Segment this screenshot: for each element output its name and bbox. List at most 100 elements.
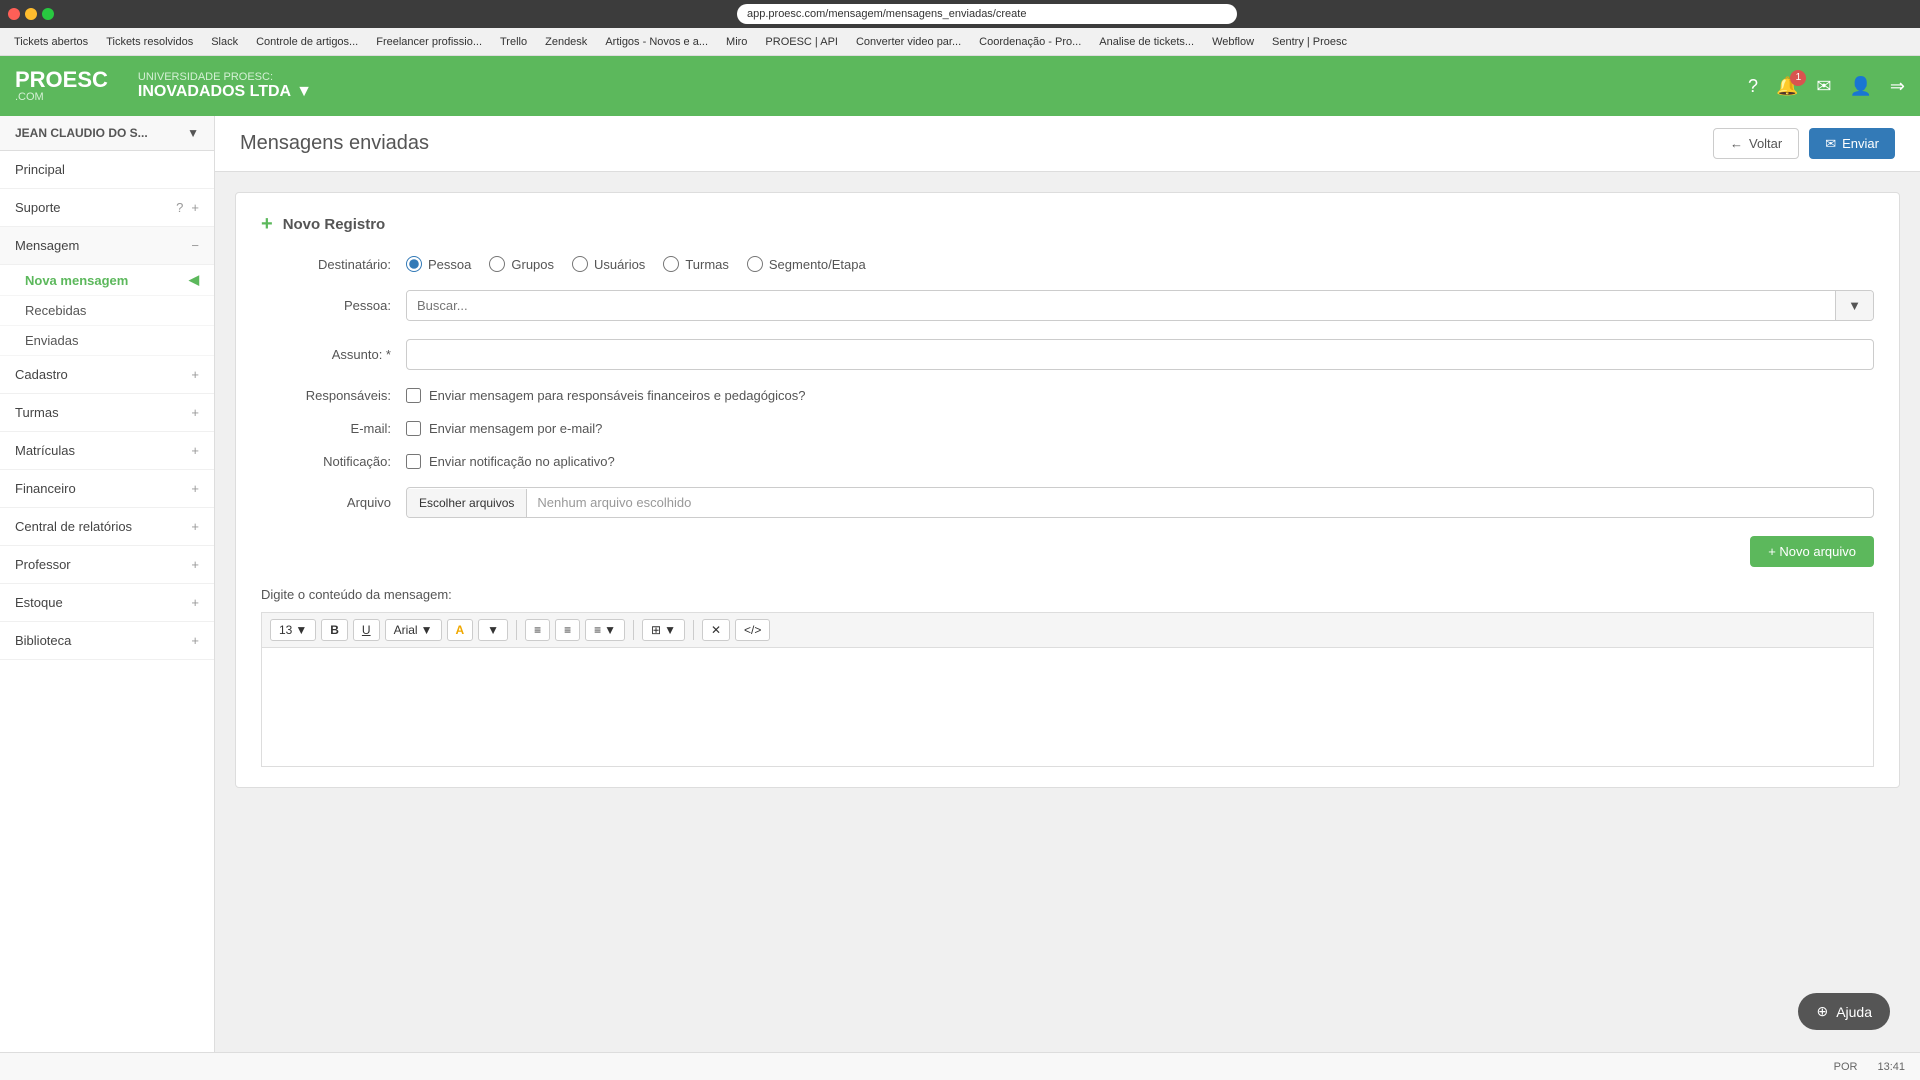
bookmark-freelancer[interactable]: Freelancer profissio... (370, 34, 488, 50)
color-dropdown-btn[interactable]: ▼ (478, 619, 508, 641)
sidebar-item-financeiro[interactable]: Financeiro + (0, 470, 214, 508)
radio-pessoa[interactable]: Pessoa (406, 256, 471, 272)
clear-format-btn[interactable]: ✕ (702, 619, 730, 641)
sidebar-item-mensagem[interactable]: Mensagem − (0, 227, 214, 265)
arrow-left-icon: ← (1730, 136, 1743, 151)
new-file-button[interactable]: + Novo arquivo (1750, 536, 1874, 567)
sidebar-item-enviadas[interactable]: Enviadas (0, 326, 214, 356)
sidebar-item-central-relatorios[interactable]: Central de relatórios + (0, 508, 214, 546)
bookmark-analise[interactable]: Analise de tickets... (1093, 34, 1200, 50)
radio-turmas[interactable]: Turmas (663, 256, 729, 272)
help-label: Ajuda (1836, 1004, 1872, 1020)
pessoa-search-input[interactable] (407, 291, 1835, 320)
bookmark-converter[interactable]: Converter video par... (850, 34, 967, 50)
sidebar-item-label: Central de relatórios (15, 519, 132, 534)
font-color-btn[interactable]: A (447, 619, 474, 641)
back-button[interactable]: ← Voltar (1713, 128, 1799, 159)
plus-icon[interactable]: + (191, 405, 199, 420)
sidebar-item-nova-mensagem[interactable]: Nova mensagem ◀ (0, 265, 214, 296)
pessoa-dropdown-btn[interactable]: ▼ (1835, 291, 1873, 320)
sidebar-item-label: Financeiro (15, 481, 76, 496)
sidebar-item-estoque[interactable]: Estoque + (0, 584, 214, 622)
bookmark-trello[interactable]: Trello (494, 34, 533, 50)
assunto-input[interactable] (406, 339, 1874, 370)
minus-icon[interactable]: − (191, 238, 199, 253)
choose-files-button[interactable]: Escolher arquivos (407, 489, 527, 517)
help-icon[interactable]: ? (1748, 76, 1758, 97)
sidebar-item-label: Principal (15, 162, 65, 177)
send-button[interactable]: ✉ Enviar (1809, 128, 1895, 159)
sidebar-item-cadastro[interactable]: Cadastro + (0, 356, 214, 394)
plus-icon[interactable]: + (191, 481, 199, 496)
underline-btn[interactable]: U (353, 619, 380, 641)
table-btn[interactable]: ⊞ ▼ (642, 619, 685, 641)
send-icon: ✉ (1825, 136, 1836, 152)
plus-icon[interactable]: + (191, 595, 199, 610)
bookmark-slack[interactable]: Slack (205, 34, 244, 50)
font-family-btn[interactable]: Arial ▼ (385, 619, 442, 641)
company-name[interactable]: INOVADADOS LTDA ▼ (138, 83, 312, 101)
bookmark-tickets-resolvidos[interactable]: Tickets resolvidos (100, 34, 199, 50)
bookmark-tickets-abertos[interactable]: Tickets abertos (8, 34, 94, 50)
mail-icon[interactable]: ✉ (1816, 76, 1831, 97)
user-icon[interactable]: 👤 (1849, 76, 1871, 97)
destinatario-radio-group: Pessoa Grupos Usuários Turmas (406, 256, 866, 272)
status-bar: POR 13:41 (0, 1052, 1920, 1080)
bookmark-controle[interactable]: Controle de artigos... (250, 34, 364, 50)
status-right: POR 13:41 (1834, 1061, 1905, 1073)
email-checkbox[interactable] (406, 421, 421, 436)
radio-usuarios-label: Usuários (594, 257, 645, 272)
logout-icon[interactable]: ⇒ (1890, 76, 1905, 97)
notification-icon[interactable]: 🔔 1 (1776, 76, 1798, 97)
responsaveis-checkbox-label: Enviar mensagem para responsáveis financ… (429, 388, 806, 403)
plus-icon[interactable]: + (191, 519, 199, 534)
sidebar-user[interactable]: JEAN CLAUDIO DO S... ▼ (0, 116, 214, 151)
bookmark-sentry[interactable]: Sentry | Proesc (1266, 34, 1353, 50)
plus-icon[interactable]: + (191, 367, 199, 382)
sidebar-item-biblioteca[interactable]: Biblioteca + (0, 622, 214, 660)
bookmark-zendesk[interactable]: Zendesk (539, 34, 593, 50)
ordered-list-btn[interactable]: ≡ (555, 619, 580, 641)
sidebar-item-matriculas[interactable]: Matrículas + (0, 432, 214, 470)
bold-btn[interactable]: B (321, 619, 348, 641)
unordered-list-btn[interactable]: ≡ (525, 619, 550, 641)
bookmark-artigos[interactable]: Artigos - Novos e a... (599, 34, 714, 50)
bookmark-proesc-api[interactable]: PROESC | API (759, 34, 844, 50)
arquivo-label: Arquivo (261, 495, 391, 510)
file-input-wrapper: Escolher arquivos Nenhum arquivo escolhi… (406, 487, 1874, 518)
sidebar-sub-label: Enviadas (25, 333, 78, 348)
plus-icon[interactable]: + (191, 200, 199, 215)
sidebar-item-label: Cadastro (15, 367, 68, 382)
sidebar-sub-label: Recebidas (25, 303, 86, 318)
radio-usuarios[interactable]: Usuários (572, 256, 645, 272)
bookmark-coordenacao[interactable]: Coordenação - Pro... (973, 34, 1087, 50)
notificacao-checkbox[interactable] (406, 454, 421, 469)
plus-icon[interactable]: + (191, 557, 199, 572)
sidebar-item-professor[interactable]: Professor + (0, 546, 214, 584)
sidebar-item-suporte[interactable]: Suporte ? + (0, 189, 214, 227)
file-placeholder: Nenhum arquivo escolhido (527, 488, 701, 517)
url-bar[interactable]: app.proesc.com/mensagem/mensagens_enviad… (737, 4, 1237, 24)
toolbar-separator-2 (633, 620, 634, 640)
bookmark-webflow[interactable]: Webflow (1206, 34, 1260, 50)
font-size-btn[interactable]: 13 ▼ (270, 619, 316, 641)
sidebar-item-turmas[interactable]: Turmas + (0, 394, 214, 432)
sidebar-sub-label: Nova mensagem (25, 273, 128, 288)
align-btn[interactable]: ≡ ▼ (585, 619, 625, 641)
code-btn[interactable]: </> (735, 619, 770, 641)
radio-grupos[interactable]: Grupos (489, 256, 554, 272)
responsaveis-checkbox[interactable] (406, 388, 421, 403)
help-float-button[interactable]: ⊕ Ajuda (1798, 993, 1890, 1030)
sidebar-item-principal[interactable]: Principal (0, 151, 214, 189)
destinatario-label: Destinatário: (261, 257, 391, 272)
bookmark-miro[interactable]: Miro (720, 34, 753, 50)
editor-area[interactable] (261, 647, 1874, 767)
dropdown-icon: ▼ (295, 623, 307, 637)
plus-icon[interactable]: + (191, 633, 199, 648)
help-circle-icon[interactable]: ? (176, 200, 183, 215)
bookmarks-bar: Tickets abertos Tickets resolvidos Slack… (0, 28, 1920, 56)
sidebar-item-recebidas[interactable]: Recebidas (0, 296, 214, 326)
radio-segmento[interactable]: Segmento/Etapa (747, 256, 866, 272)
user-name: JEAN CLAUDIO DO S... (15, 126, 148, 140)
plus-icon[interactable]: + (191, 443, 199, 458)
